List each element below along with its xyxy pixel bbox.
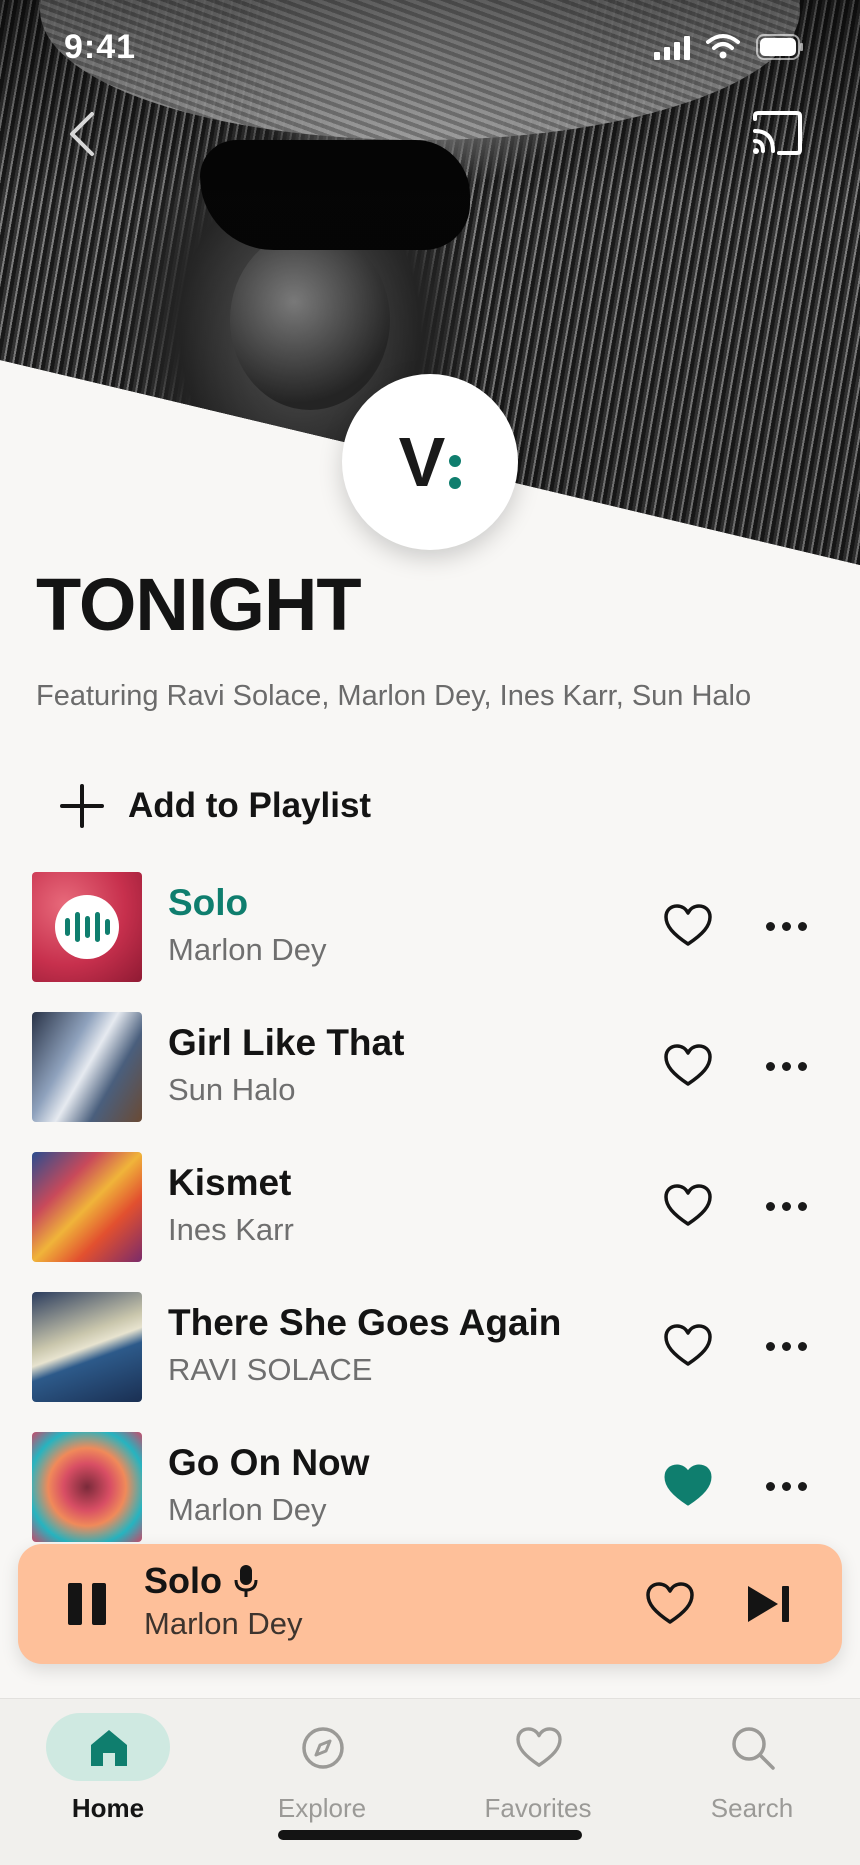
mini-player-like-button[interactable] [642, 1576, 698, 1632]
track-artist: Sun Halo [168, 1072, 296, 1107]
album-art [32, 1012, 142, 1122]
brand-logo-letter: V [398, 423, 446, 501]
search-icon [726, 1725, 780, 1771]
more-options-button[interactable] [756, 1040, 816, 1092]
track-artist: Ines Karr [168, 1212, 294, 1247]
tab-label: Search [710, 1793, 794, 1823]
skip-next-icon [748, 1586, 789, 1622]
signal-icon [654, 36, 690, 60]
cast-button[interactable] [746, 106, 808, 160]
track-title: Solo [168, 882, 249, 923]
tab-search[interactable]: Search [676, 1713, 836, 1823]
track-title: There She Goes Again [168, 1302, 562, 1343]
pause-icon [92, 1583, 106, 1625]
like-button[interactable] [660, 1460, 716, 1512]
add-to-playlist-button[interactable]: Add to Playlist [60, 778, 371, 834]
microphone-icon [234, 1565, 258, 1597]
heart-outline-icon [664, 1184, 712, 1226]
track-row[interactable]: Kismet Ines Karr [0, 1150, 860, 1264]
heart-outline-icon [664, 904, 712, 946]
now-playing-equalizer-icon [55, 895, 119, 959]
home-indicator [278, 1830, 582, 1840]
battery-icon [756, 34, 803, 60]
more-options-button[interactable] [756, 1320, 816, 1372]
brand-logo-dots [449, 455, 462, 489]
like-button[interactable] [660, 1040, 716, 1092]
track-title: Girl Like That [168, 1022, 405, 1063]
brand-logo: V [342, 374, 518, 550]
like-button[interactable] [660, 1180, 716, 1232]
mini-player-title-row: Solo [144, 1560, 258, 1602]
compass-icon [296, 1725, 350, 1771]
tab-label: Home [71, 1793, 145, 1823]
heart-icon [512, 1725, 566, 1771]
track-row[interactable]: There She Goes Again RAVI SOLACE [0, 1290, 860, 1404]
status-bar: 9:41 [0, 0, 860, 96]
like-button[interactable] [660, 1320, 716, 1372]
track-artist: RAVI SOLACE [168, 1352, 373, 1387]
mini-player-artist: Marlon Dey [144, 1606, 303, 1641]
track-artist: Marlon Dey [168, 1492, 327, 1527]
playlist-title: TONIGHT [36, 563, 362, 646]
heart-filled-icon [664, 1464, 712, 1506]
track-row[interactable]: Go On Now Marlon Dey [0, 1430, 860, 1544]
back-button[interactable] [56, 104, 106, 164]
status-time: 9:41 [64, 28, 137, 66]
skip-next-button[interactable] [738, 1576, 798, 1632]
tab-label: Explore [277, 1793, 367, 1823]
tab-explore[interactable]: Explore [246, 1713, 406, 1823]
album-art [32, 1432, 142, 1542]
mini-player-title: Solo [144, 1560, 222, 1601]
tab-favorites[interactable]: Favorites [462, 1713, 622, 1823]
home-icon [82, 1725, 136, 1771]
chevron-left-icon [70, 112, 94, 156]
pause-icon [68, 1583, 82, 1625]
album-art [32, 872, 142, 982]
add-to-playlist-label: Add to Playlist [128, 786, 372, 825]
pause-button[interactable] [62, 1578, 112, 1630]
track-title: Go On Now [168, 1442, 370, 1483]
more-options-button[interactable] [756, 1460, 816, 1512]
playlist-subtitle: Featuring Ravi Solace, Marlon Dey, Ines … [36, 680, 752, 712]
tab-label: Favorites [484, 1793, 592, 1823]
track-title: Kismet [168, 1162, 292, 1203]
more-options-button[interactable] [756, 1180, 816, 1232]
more-options-button[interactable] [756, 900, 816, 952]
track-artist: Marlon Dey [168, 932, 327, 967]
album-art [32, 1292, 142, 1402]
heart-outline-icon [646, 1582, 694, 1624]
track-row[interactable]: Solo Marlon Dey [0, 870, 860, 984]
heart-outline-icon [664, 1044, 712, 1086]
mini-player[interactable]: Solo Marlon Dey [18, 1544, 842, 1664]
heart-outline-icon [664, 1324, 712, 1366]
album-art [32, 1152, 142, 1262]
like-button[interactable] [660, 900, 716, 952]
wifi-icon [706, 34, 740, 59]
cast-icon [753, 111, 802, 155]
plus-icon [60, 784, 104, 828]
track-row[interactable]: Girl Like That Sun Halo [0, 1010, 860, 1124]
tab-home[interactable]: Home [32, 1713, 192, 1823]
